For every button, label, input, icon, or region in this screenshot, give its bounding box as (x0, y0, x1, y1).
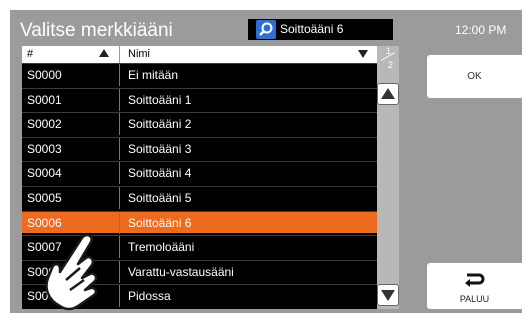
row-name: Soittoääni 6 (128, 215, 192, 230)
down-arrow-icon (381, 290, 395, 301)
row-divider (119, 64, 120, 86)
column-header-name[interactable]: Nimi (128, 48, 150, 60)
table-row[interactable]: S0002 Soittoääni 2 (22, 112, 377, 136)
page-title: Valitse merkkiääni (20, 20, 173, 41)
return-icon (465, 273, 485, 287)
ok-button[interactable]: OK (427, 55, 522, 98)
table-row[interactable]: S0000 Ei mitään (22, 63, 377, 86)
search-value: Soittoääni 6 (280, 22, 344, 36)
search-field[interactable]: Soittoääni 6 (248, 19, 393, 40)
back-label: PALUU (459, 294, 490, 304)
row-name: Tremoloääni (128, 240, 195, 255)
row-divider (119, 88, 120, 111)
row-name: Varattu-vastausääni (128, 264, 234, 279)
up-arrow-icon (381, 88, 395, 99)
row-divider (119, 236, 120, 259)
row-id: S0003 (27, 141, 62, 156)
intercom-screen: Valitse merkkiääni Soittoääni 6 12:00 PM… (10, 10, 522, 313)
row-divider (119, 137, 120, 160)
table-row[interactable]: S0005 Soittoääni 5 (22, 186, 377, 209)
scroll-down-button[interactable] (378, 285, 398, 305)
row-name: Soittoääni 2 (128, 117, 192, 132)
row-divider (119, 113, 120, 136)
row-divider (119, 187, 120, 209)
header-divider (119, 46, 120, 63)
clock: 12:00 PM (455, 23, 507, 37)
row-id: S0005 (27, 191, 62, 205)
row-divider (119, 285, 120, 308)
row-name: Pidossa (128, 289, 171, 304)
row-id: S0002 (27, 117, 62, 132)
row-name: Ei mitään (128, 68, 179, 82)
row-id: S0001 (27, 92, 62, 107)
pointing-hand-icon (45, 233, 98, 311)
table-row[interactable]: S0001 Soittoääni 1 (22, 87, 377, 111)
sort-asc-icon[interactable] (99, 49, 109, 57)
row-id: S0000 (27, 68, 62, 82)
row-divider (119, 162, 120, 185)
back-button[interactable]: PALUU (427, 263, 522, 309)
row-divider (119, 211, 120, 234)
page-total: 2 (388, 60, 394, 70)
scroll-up-button[interactable] (378, 84, 398, 104)
search-icon[interactable] (256, 20, 276, 39)
row-name: Soittoääni 1 (128, 92, 192, 107)
row-name: Soittoääni 5 (128, 191, 192, 205)
table-row[interactable]: S0003 Soittoääni 3 (22, 136, 377, 160)
table-header: # Nimi (22, 46, 377, 63)
sort-desc-icon[interactable] (358, 50, 368, 58)
column-header-id[interactable]: # (27, 48, 33, 60)
page-scroller: 1 2 (377, 46, 399, 309)
row-name: Soittoääni 4 (128, 166, 192, 181)
table-row[interactable]: S0004 Soittoääni 4 (22, 161, 377, 185)
row-divider (119, 260, 120, 283)
row-id: S0004 (27, 166, 62, 181)
row-name: Soittoääni 3 (128, 141, 192, 156)
